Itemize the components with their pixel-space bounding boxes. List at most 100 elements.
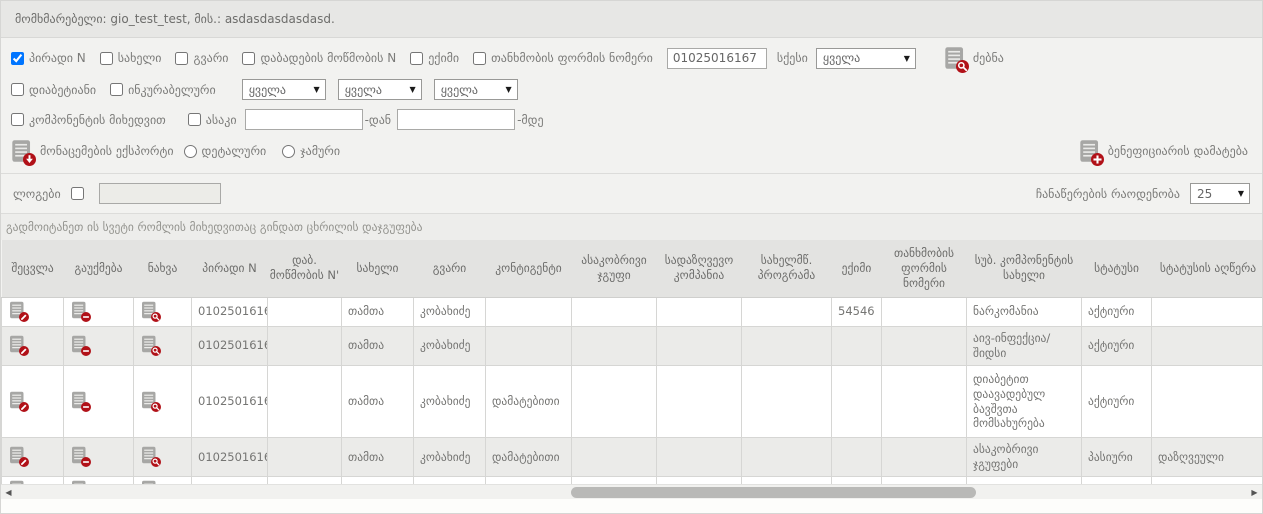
total-radio[interactable] bbox=[282, 145, 295, 158]
cell-birth-cert-no bbox=[268, 297, 342, 326]
consent-form-checkbox[interactable] bbox=[473, 52, 486, 65]
filter-select-2-value: ყველა bbox=[345, 83, 382, 97]
export-label: მონაცემების ექსპორტი bbox=[40, 144, 174, 158]
personal-n-checkbox[interactable] bbox=[11, 52, 24, 65]
diabetic-checkbox[interactable] bbox=[11, 83, 24, 96]
consent-form-number-input[interactable] bbox=[667, 48, 767, 69]
radio-detailed[interactable]: დეტალური bbox=[184, 144, 267, 158]
column-header-10[interactable]: სახელმწ. პროგრამა bbox=[742, 240, 832, 297]
filter-last-name[interactable]: გვარი bbox=[175, 51, 228, 65]
sex-select[interactable]: ყველა ▼ bbox=[816, 48, 916, 69]
column-header-15[interactable]: სტატუსის აღწერა bbox=[1152, 240, 1263, 297]
column-header-2[interactable]: ნახვა bbox=[134, 240, 192, 297]
column-header-0[interactable]: შეცვლა bbox=[2, 240, 64, 297]
column-header-9[interactable]: სადაზღვევო კომპანია bbox=[657, 240, 742, 297]
cell-consent-form-no bbox=[882, 438, 967, 477]
app-window: მომხმარებელი: gio_test_test, მის.: asdas… bbox=[0, 0, 1263, 514]
add-beneficiary-button[interactable]: ბენეფიციარის დამატება bbox=[1079, 139, 1248, 163]
add-beneficiary-label: ბენეფიციარის დამატება bbox=[1108, 144, 1248, 158]
scrollbar-thumb[interactable] bbox=[571, 487, 976, 498]
incurable-checkbox[interactable] bbox=[110, 83, 123, 96]
detailed-label: დეტალური bbox=[202, 144, 267, 158]
scrollbar-track[interactable] bbox=[16, 485, 1247, 500]
age-to-input[interactable] bbox=[397, 109, 515, 130]
filter-doctor[interactable]: ექიმი bbox=[410, 51, 459, 65]
column-header-13[interactable]: სუბ. კომპონენტის სახელი bbox=[967, 240, 1082, 297]
logs-checkbox[interactable] bbox=[71, 187, 84, 200]
filter-select-2[interactable]: ყველა ▼ bbox=[338, 79, 422, 100]
filter-select-1-value: ყველა bbox=[249, 83, 286, 97]
filter-first-name[interactable]: სახელი bbox=[100, 51, 162, 65]
column-header-1[interactable]: გაუქმება bbox=[64, 240, 134, 297]
cell-insurance-company bbox=[657, 365, 742, 438]
logs-toggle[interactable] bbox=[71, 187, 89, 200]
view-row-icon[interactable] bbox=[141, 446, 157, 464]
export-button[interactable]: მონაცემების ექსპორტი bbox=[11, 139, 174, 163]
cell-birth-cert-no bbox=[268, 438, 342, 477]
age-checkbox[interactable] bbox=[188, 113, 201, 126]
view-row-icon[interactable] bbox=[141, 301, 157, 319]
edit-row-icon[interactable] bbox=[9, 301, 25, 319]
cancel-row-icon[interactable] bbox=[71, 391, 87, 409]
cell-consent-form-no bbox=[882, 365, 967, 438]
birth-cert-checkbox[interactable] bbox=[242, 52, 255, 65]
column-header-7[interactable]: კონტიგენტი bbox=[486, 240, 572, 297]
table-header-row: შეცვლაგაუქმებანახვაპირადი Nდაბ. მოწმობის… bbox=[2, 240, 1263, 297]
first-name-checkbox[interactable] bbox=[100, 52, 113, 65]
cell-doctor bbox=[832, 438, 882, 477]
filter-diabetic[interactable]: დიაბეტიანი bbox=[11, 83, 96, 97]
filter-personal-n[interactable]: პირადი N bbox=[11, 51, 86, 65]
horizontal-scrollbar[interactable]: ◀ ▶ bbox=[1, 484, 1262, 499]
filter-consent-form[interactable]: თანხმობის ფორმის ნომერი bbox=[473, 51, 653, 65]
edit-row-icon[interactable] bbox=[9, 391, 25, 409]
radio-total[interactable]: ჯამური bbox=[282, 144, 340, 158]
view-row-icon[interactable] bbox=[141, 335, 157, 353]
cell-age-group bbox=[572, 326, 657, 365]
column-header-14[interactable]: სტატუსი bbox=[1082, 240, 1152, 297]
filter-age[interactable]: ასაკი bbox=[188, 113, 237, 127]
records-count-select[interactable]: 25 ▼ bbox=[1190, 183, 1250, 204]
cell-status: აქტიური bbox=[1082, 365, 1152, 438]
logs-input[interactable] bbox=[99, 183, 221, 204]
filter-select-3-value: ყველა bbox=[441, 83, 478, 97]
search-button-label: ძებნა bbox=[973, 51, 1004, 65]
cell-personal-n: 01025016167 bbox=[192, 326, 268, 365]
column-header-3[interactable]: პირადი N bbox=[192, 240, 268, 297]
filter-select-3[interactable]: ყველა ▼ bbox=[434, 79, 518, 100]
filter-select-1[interactable]: ყველა ▼ bbox=[242, 79, 326, 100]
filter-by-component[interactable]: კომპონენტის მიხედვით bbox=[11, 113, 166, 127]
column-header-8[interactable]: ასაკობრივი ჯგუფი bbox=[572, 240, 657, 297]
age-from-input[interactable] bbox=[245, 109, 363, 130]
cell-contingent bbox=[486, 297, 572, 326]
edit-row-icon[interactable] bbox=[9, 335, 25, 353]
search-button[interactable]: ძებნა bbox=[944, 46, 1004, 70]
edit-row-icon[interactable] bbox=[9, 446, 25, 464]
by-component-checkbox[interactable] bbox=[11, 113, 24, 126]
cancel-row-icon[interactable] bbox=[71, 335, 87, 353]
birth-cert-label: დაბადების მოწმობის N bbox=[260, 51, 396, 65]
first-name-label: სახელი bbox=[118, 51, 162, 65]
user-info: მომხმარებელი: gio_test_test, მის.: asdas… bbox=[15, 12, 335, 26]
filter-birth-cert[interactable]: დაბადების მოწმობის N bbox=[242, 51, 396, 65]
cancel-row-icon[interactable] bbox=[71, 301, 87, 319]
view-row-cell bbox=[134, 297, 192, 326]
scroll-right-arrow-icon[interactable]: ▶ bbox=[1247, 485, 1262, 500]
group-by-drop-zone[interactable]: გადმოიტანეთ ის სვეტი რომლის მიხედვითაც გ… bbox=[1, 213, 1262, 240]
column-header-12[interactable]: თანხმობის ფორმის ნომერი bbox=[882, 240, 967, 297]
view-row-icon[interactable] bbox=[141, 391, 157, 409]
last-name-checkbox[interactable] bbox=[175, 52, 188, 65]
column-header-11[interactable]: ექიმი bbox=[832, 240, 882, 297]
cell-personal-n: 01025016167 bbox=[192, 365, 268, 438]
scroll-left-arrow-icon[interactable]: ◀ bbox=[1, 485, 16, 500]
filter-incurable[interactable]: ინკურაბელური bbox=[110, 83, 216, 97]
column-header-4[interactable]: დაბ. მოწმობის N' bbox=[268, 240, 342, 297]
column-header-5[interactable]: სახელი bbox=[342, 240, 414, 297]
column-header-6[interactable]: გვარი bbox=[414, 240, 486, 297]
doctor-checkbox[interactable] bbox=[410, 52, 423, 65]
detailed-radio[interactable] bbox=[184, 145, 197, 158]
cell-age-group bbox=[572, 438, 657, 477]
filter-row-3: კომპონენტის მიხედვით ასაკი -დან -მდე bbox=[11, 109, 1252, 130]
cancel-row-icon[interactable] bbox=[71, 446, 87, 464]
cell-sub-component-name: აივ-ინფექცია/შიდსი bbox=[967, 326, 1082, 365]
search-icon bbox=[944, 46, 965, 70]
